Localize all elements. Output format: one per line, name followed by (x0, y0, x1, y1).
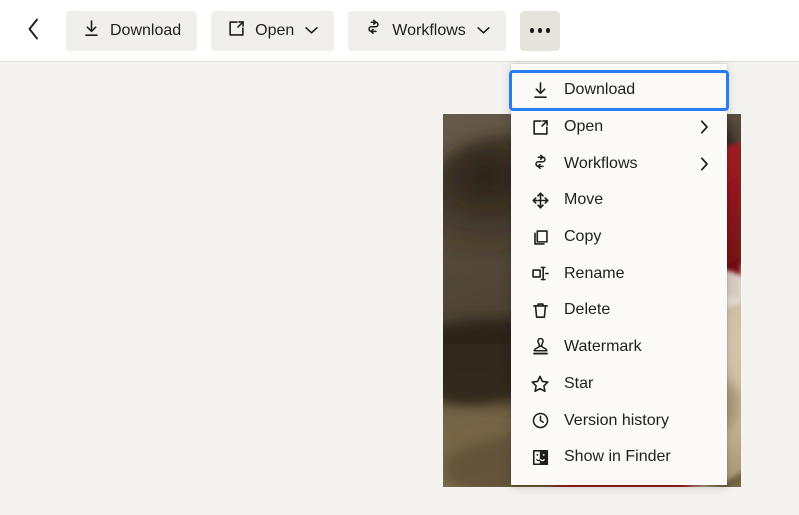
download-button-label: Download (110, 21, 182, 39)
download-icon (529, 79, 551, 101)
workflows-button[interactable]: Workflows (348, 10, 506, 51)
menu-item-rename[interactable]: Rename (511, 255, 727, 292)
menu-item-label: Workflows (564, 154, 638, 172)
stamp-icon (529, 336, 551, 358)
menu-item-copy[interactable]: Copy (511, 219, 727, 256)
menu-item-label: Version history (564, 411, 669, 429)
menu-item-label: Watermark (564, 338, 642, 356)
menu-item-move[interactable]: Move (511, 182, 727, 219)
rename-icon (529, 263, 551, 285)
move-icon (529, 189, 551, 211)
menu-item-label: Delete (564, 301, 611, 319)
menu-item-label: Rename (564, 264, 625, 282)
back-button[interactable] (14, 12, 52, 50)
chevron-left-icon (27, 18, 40, 43)
copy-icon (529, 226, 551, 248)
more-options-menu: Download Open Workflows Move Copy Rename… (509, 64, 729, 485)
external-link-icon (227, 19, 246, 43)
menu-item-label: Move (564, 191, 604, 209)
workflows-button-label: Workflows (392, 21, 466, 39)
menu-item-label: Show in Finder (564, 448, 671, 466)
more-options-button[interactable] (519, 10, 560, 51)
menu-item-open[interactable]: Open (511, 109, 727, 146)
chevron-down-icon (305, 26, 318, 35)
open-button-label: Open (255, 21, 295, 39)
menu-item-watermark[interactable]: Watermark (511, 329, 727, 366)
download-button[interactable]: Download (66, 10, 198, 51)
toolbar: Download Open Workflows (0, 0, 799, 62)
menu-item-star[interactable]: Star (511, 366, 727, 403)
menu-item-delete[interactable]: Delete (511, 292, 727, 329)
trash-icon (529, 299, 551, 321)
external-link-icon (529, 116, 551, 138)
workflows-icon (529, 153, 551, 175)
star-icon (529, 373, 551, 395)
menu-item-label: Copy (564, 228, 602, 246)
chevron-down-icon (477, 26, 490, 35)
clock-icon (529, 410, 551, 432)
menu-item-label: Star (564, 374, 594, 392)
menu-item-label: Download (564, 81, 636, 99)
finder-icon (529, 446, 551, 468)
menu-item-label: Open (564, 118, 604, 136)
menu-item-workflows[interactable]: Workflows (511, 145, 727, 182)
chevron-right-icon (700, 120, 709, 134)
menu-item-version-history[interactable]: Version history (511, 402, 727, 439)
menu-item-show-in-finder[interactable]: Show in Finder (511, 439, 727, 476)
download-icon (82, 19, 101, 43)
open-button[interactable]: Open (211, 10, 335, 51)
workflows-icon (364, 19, 383, 43)
menu-item-download[interactable]: Download (509, 70, 729, 111)
ellipsis-icon (529, 28, 551, 33)
chevron-right-icon (700, 157, 709, 171)
